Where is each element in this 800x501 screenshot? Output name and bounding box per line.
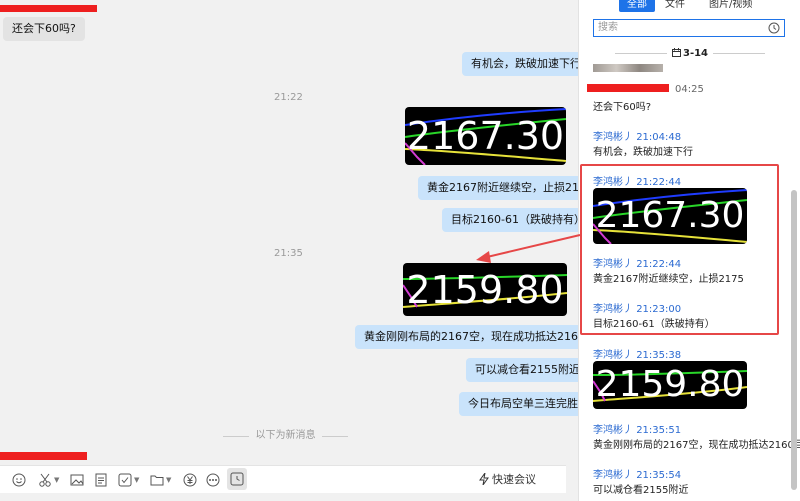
composer-toolbar: ▼ ▼ ▼ 快速会议 <box>0 465 566 493</box>
history-sender: 李鸿彬丿 21:35:54 <box>593 470 682 481</box>
history-text: 可以减仓看2155附近 <box>593 485 689 496</box>
tab-media[interactable]: 图片/视频 <box>709 0 752 12</box>
currency-icon <box>183 473 197 487</box>
chat-panel: 还会下60吗? 有机会，跌破加速下行 21:22 2167.30 黄金2167附… <box>0 0 578 501</box>
message-bubble[interactable]: 黄金2167附近继续空，止损2175 <box>418 176 578 200</box>
history-sender: 李鸿彬丿 21:04:48 <box>593 132 682 143</box>
emoji-button[interactable] <box>12 470 26 490</box>
scrollbar-thumb[interactable] <box>791 190 797 490</box>
history-text: 有机会，跌破加速下行 <box>593 147 693 158</box>
search-input[interactable]: 搜索 <box>593 19 785 37</box>
message-bubble[interactable]: 今日布局空单三连完胜 <box>459 392 578 416</box>
quick-meeting-label: 快速会议 <box>492 473 536 486</box>
history-button[interactable] <box>227 468 247 490</box>
message-bubble[interactable]: 可以减仓看2155附近 <box>466 358 578 382</box>
more-icon <box>206 473 220 487</box>
history-icon <box>230 472 244 486</box>
document-button[interactable] <box>94 470 108 490</box>
photo-thumbnail[interactable] <box>593 64 663 72</box>
price-value: 2159.80 <box>406 268 564 312</box>
chevron-down-icon[interactable]: ▼ <box>166 476 171 484</box>
chevron-down-icon[interactable]: ▼ <box>54 476 59 484</box>
scissors-icon <box>39 473 51 487</box>
new-messages-divider: 以下为新消息 <box>223 429 348 443</box>
filter-tabs: 全部 文件 图片/视频 <box>579 0 800 14</box>
checkbox-icon <box>118 473 132 487</box>
payment-button[interactable] <box>183 470 197 490</box>
timestamp: 21:35 <box>274 248 303 259</box>
folder-button[interactable]: ▼ <box>150 470 171 490</box>
highlight-box <box>580 164 779 335</box>
tab-all[interactable]: 全部 <box>619 0 655 12</box>
document-icon <box>95 473 107 487</box>
date-label: 3-14 <box>682 48 709 59</box>
tab-files[interactable]: 文件 <box>665 0 685 12</box>
history-text: 还会下60吗? <box>593 102 652 113</box>
image-icon <box>70 474 84 486</box>
date-separator: 3-14 <box>593 47 787 60</box>
history-sender: 李鸿彬丿 21:35:51 <box>593 425 682 436</box>
redaction-bar <box>0 5 97 12</box>
message-bubble[interactable]: 还会下60吗? <box>3 17 85 41</box>
clock-icon[interactable] <box>768 22 780 34</box>
screenshot-button[interactable]: ▼ <box>38 470 59 490</box>
chart-image[interactable]: 2167.30 <box>405 107 566 165</box>
folder-icon <box>150 475 164 486</box>
message-bubble[interactable]: 有机会，跌破加速下行 <box>462 52 578 76</box>
more-button[interactable] <box>206 470 220 490</box>
timestamp: 21:22 <box>274 92 303 103</box>
calendar-icon <box>671 48 681 57</box>
redaction-bar <box>587 84 669 92</box>
search-placeholder: 搜索 <box>598 22 618 33</box>
chart-image[interactable]: 2159.80 <box>403 263 567 316</box>
history-text: 黄金刚刚布局的2167空，现在成功抵达2160目标 <box>593 440 800 451</box>
history-time: 04:25 <box>675 84 704 95</box>
quick-meeting-button[interactable]: 快速会议 <box>479 471 536 487</box>
redaction-bar <box>0 452 87 460</box>
image-button[interactable] <box>70 470 84 490</box>
history-sender: 李鸿彬丿 21:35:38 <box>593 350 682 361</box>
emoji-icon <box>12 473 26 487</box>
message-bubble[interactable]: 黄金刚刚布局的2167空，现在成功抵达2160目标 <box>355 325 578 349</box>
price-value: 2159.80 <box>595 364 745 405</box>
history-image[interactable]: 2159.80 <box>593 361 747 409</box>
message-bubble[interactable]: 目标2160-61（跌破持有） <box>442 208 578 232</box>
chevron-down-icon[interactable]: ▼ <box>134 476 139 484</box>
flash-icon <box>479 473 489 485</box>
price-value: 2167.30 <box>406 114 565 158</box>
task-button[interactable]: ▼ <box>118 470 139 490</box>
